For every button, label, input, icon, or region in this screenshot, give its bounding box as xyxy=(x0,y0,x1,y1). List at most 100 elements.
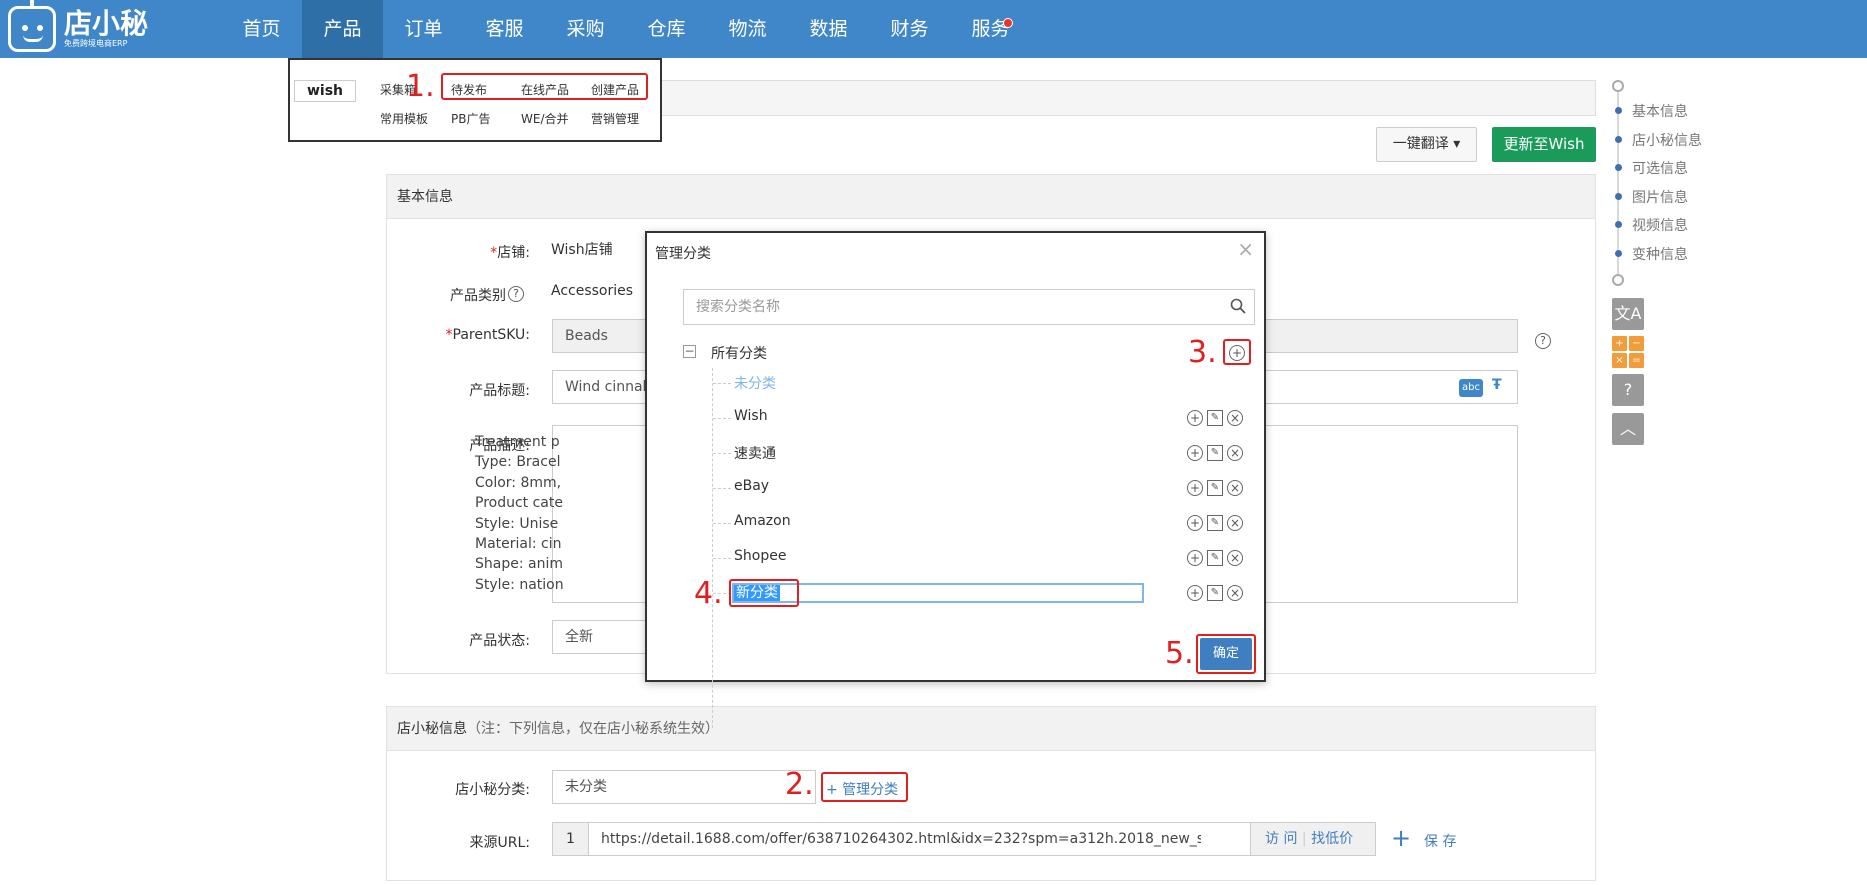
side-nav-dot xyxy=(1615,136,1622,143)
sku-help-icon[interactable]: ? xyxy=(1535,333,1551,349)
edit-icon[interactable]: ✎ xyxy=(1207,410,1223,426)
tree-branch xyxy=(713,558,731,559)
category-search-input[interactable]: 搜索分类名称 xyxy=(683,289,1255,325)
find-low-price-link[interactable]: 找低价 xyxy=(1311,831,1353,847)
delete-icon[interactable]: × xyxy=(1227,585,1243,601)
calc-key: = xyxy=(1629,353,1644,368)
step-label-1: 1. xyxy=(406,69,435,104)
update-to-wish-button[interactable]: 更新至Wish xyxy=(1492,127,1596,162)
store-label: *店铺: xyxy=(380,242,530,262)
nav-services[interactable]: 服务 xyxy=(950,0,1031,58)
help-tool-icon[interactable]: ? xyxy=(1612,374,1644,406)
annotation-box-4 xyxy=(729,579,799,607)
tree-node-aliexpress[interactable]: 速卖通 xyxy=(734,443,776,463)
notification-dot xyxy=(1003,18,1013,28)
dxm-category-input[interactable]: 未分类 xyxy=(552,770,816,804)
save-url-link[interactable]: 保 存 xyxy=(1424,831,1456,851)
side-nav-optional-info[interactable]: 可选信息 xyxy=(1632,158,1688,178)
spellcheck-icon[interactable]: abc xyxy=(1459,379,1483,397)
add-icon[interactable]: + xyxy=(1187,585,1203,601)
annotation-box-2 xyxy=(821,772,908,802)
edit-icon[interactable]: ✎ xyxy=(1207,480,1223,496)
nav-purchase[interactable]: 采购 xyxy=(545,0,626,58)
step-label-2: 2. xyxy=(785,767,814,802)
collapse-toggle-icon[interactable]: − xyxy=(683,345,696,358)
header-info-bar xyxy=(662,80,1596,116)
scroll-top-icon[interactable]: ︿ xyxy=(1612,413,1644,445)
close-icon[interactable]: × xyxy=(1237,237,1254,261)
logo[interactable]: 店小秘 免费跨境电商ERP xyxy=(8,0,149,54)
nav-finance[interactable]: 财务 xyxy=(869,0,950,58)
description-line: Material: cin xyxy=(475,536,562,553)
tree-guide-line xyxy=(712,368,713,728)
tree-node-wish[interactable]: Wish xyxy=(734,408,768,424)
search-icon[interactable] xyxy=(1230,298,1246,314)
translate-tool-icon[interactable]: 文A xyxy=(1612,298,1644,330)
menu-pb-ads[interactable]: PB广告 xyxy=(451,110,490,127)
delete-icon[interactable]: × xyxy=(1227,410,1243,426)
menu-we-merge[interactable]: WE/合并 xyxy=(521,110,569,127)
edit-icon[interactable]: ✎ xyxy=(1207,445,1223,461)
side-nav-dxm-info[interactable]: 店小秘信息 xyxy=(1632,130,1702,150)
side-nav-variant-info[interactable]: 变种信息 xyxy=(1632,244,1688,264)
delete-icon[interactable]: × xyxy=(1227,445,1243,461)
menu-templates[interactable]: 常用模板 xyxy=(380,110,428,127)
product-title-label: 产品标题: xyxy=(469,383,530,399)
delete-icon[interactable]: × xyxy=(1227,550,1243,566)
side-nav-video-info[interactable]: 视频信息 xyxy=(1632,215,1688,235)
url-input[interactable]: https://detail.1688.com/offer/6387102643… xyxy=(601,823,1201,855)
menu-marketing[interactable]: 营销管理 xyxy=(591,110,639,127)
description-line: Color: 8mm, xyxy=(475,474,562,491)
manage-category-modal: 管理分类 × 搜索分类名称 − 所有分类 + 3. 未分类 Wish + ✎ ×… xyxy=(645,231,1266,728)
tree-node-shopee[interactable]: Shopee xyxy=(734,548,786,564)
nav-warehouse[interactable]: 仓库 xyxy=(626,0,707,58)
status-label: 产品状态: xyxy=(469,633,530,649)
side-nav-dot xyxy=(1615,193,1622,200)
add-url-icon[interactable]: + xyxy=(1391,824,1411,852)
delete-icon[interactable]: × xyxy=(1227,515,1243,531)
delete-icon[interactable]: × xyxy=(1227,480,1243,496)
side-nav-dot xyxy=(1615,250,1622,257)
edit-icon[interactable]: ✎ xyxy=(1207,585,1223,601)
translate-button[interactable]: 一键翻译 ▾ xyxy=(1376,127,1477,162)
nav-products[interactable]: 产品 xyxy=(302,0,383,58)
tree-root-all-categories[interactable]: 所有分类 xyxy=(711,343,767,363)
url-actions: 访 问 | 找低价 xyxy=(1250,823,1375,855)
tree-node-ebay[interactable]: eBay xyxy=(734,478,769,494)
logo-name: 店小秘 xyxy=(64,7,149,40)
step-label-5: 5. xyxy=(1165,636,1194,671)
add-icon[interactable]: + xyxy=(1187,410,1203,426)
visit-link[interactable]: 访 问 xyxy=(1265,831,1297,847)
side-nav-top-icon xyxy=(1612,80,1624,92)
side-nav-dot xyxy=(1615,164,1622,171)
text-format-icon[interactable]: Ŧ xyxy=(1492,377,1502,393)
add-icon[interactable]: + xyxy=(1187,445,1203,461)
store-label-text: 店铺: xyxy=(497,245,530,261)
dxm-info-title-text: 店小秘信息 xyxy=(397,721,467,737)
nav-orders[interactable]: 订单 xyxy=(383,0,464,58)
edit-icon[interactable]: ✎ xyxy=(1207,550,1223,566)
source-url-field[interactable]: 1 https://detail.1688.com/offer/63871026… xyxy=(552,822,1376,856)
edit-icon[interactable]: ✎ xyxy=(1207,515,1223,531)
logo-subtitle: 免费跨境电商ERP xyxy=(64,39,128,48)
add-icon[interactable]: + xyxy=(1187,480,1203,496)
nav-logistics[interactable]: 物流 xyxy=(707,0,788,58)
nav-service[interactable]: 客服 xyxy=(464,0,545,58)
nav-home[interactable]: 首页 xyxy=(221,0,302,58)
calc-key: − xyxy=(1629,336,1644,351)
node-actions: + ✎ × xyxy=(1187,410,1243,426)
calculator-icon[interactable]: + − × = xyxy=(1612,336,1644,368)
platform-tab-wish[interactable]: wish xyxy=(294,80,356,102)
nav-data[interactable]: 数据 xyxy=(788,0,869,58)
tree-node-uncategorized[interactable]: 未分类 xyxy=(734,373,776,393)
top-navbar: 店小秘 免费跨境电商ERP 首页 产品 订单 客服 采购 仓库 物流 数据 财务… xyxy=(0,0,1867,58)
side-nav-basic-info[interactable]: 基本信息 xyxy=(1632,101,1688,121)
side-nav-image-info[interactable]: 图片信息 xyxy=(1632,187,1688,207)
parent-sku-label-text: ParentSKU: xyxy=(452,327,530,343)
tree-node-amazon[interactable]: Amazon xyxy=(734,513,791,529)
add-icon[interactable]: + xyxy=(1187,550,1203,566)
help-icon[interactable]: ? xyxy=(508,286,524,302)
description-line: Type: Bracel xyxy=(475,454,561,471)
add-icon[interactable]: + xyxy=(1187,515,1203,531)
products-dropdown: wish 采集箱 待发布 在线产品 创建产品 常用模板 PB广告 WE/合并 营… xyxy=(288,58,662,142)
